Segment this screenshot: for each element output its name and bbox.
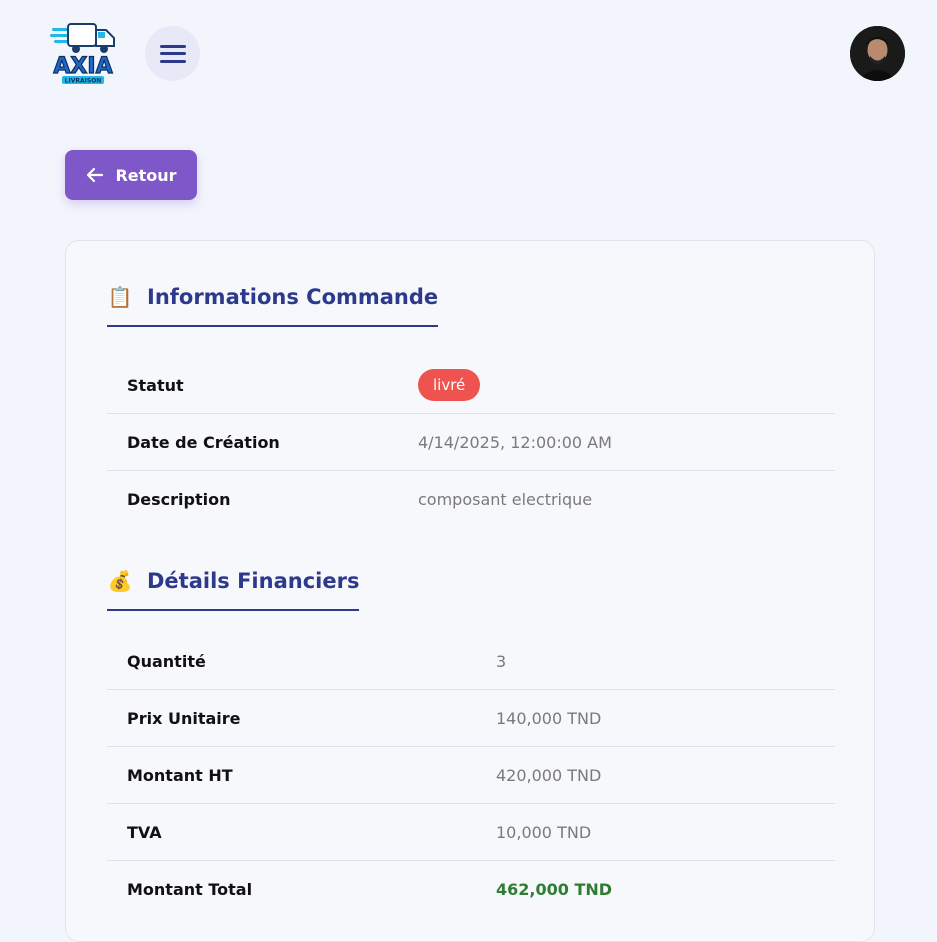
- back-button[interactable]: Retour: [65, 150, 197, 200]
- row-value: 420,000 TND: [496, 765, 602, 785]
- back-button-label: Retour: [115, 165, 177, 185]
- user-avatar[interactable]: [850, 26, 905, 81]
- menu-toggle-button[interactable]: [145, 26, 200, 81]
- top-bar: AXIA LIVRAISON: [0, 0, 937, 110]
- row-label: Date de Création: [127, 432, 280, 452]
- row-value: 140,000 TND: [496, 708, 602, 728]
- hamburger-icon: [159, 44, 186, 63]
- info-row-created: Date de Création 4/14/2025, 12:00:00 AM: [107, 414, 835, 471]
- info-section-title: Informations Commande: [147, 285, 439, 309]
- finance-row-quantity: Quantité 3: [107, 633, 835, 690]
- row-label: Prix Unitaire: [127, 708, 241, 728]
- axia-logo[interactable]: AXIA LIVRAISON: [48, 18, 118, 88]
- row-label: Quantité: [127, 651, 206, 671]
- arrow-left-icon: [87, 167, 104, 183]
- clipboard-icon: 📋: [107, 285, 133, 309]
- total-amount-value: 462,000 TND: [496, 879, 613, 899]
- row-value: 4/14/2025, 12:00:00 AM: [418, 432, 612, 452]
- logo-subtext: LIVRAISON: [65, 78, 102, 85]
- avatar-icon: [850, 26, 905, 81]
- money-bag-icon: 💰: [107, 569, 133, 593]
- row-label: TVA: [127, 822, 162, 842]
- finance-row-tva: TVA 10,000 TND: [107, 804, 835, 861]
- row-label: Description: [127, 489, 231, 509]
- row-value: 3: [496, 651, 507, 671]
- finance-section-title: Détails Financiers: [147, 569, 360, 593]
- order-details-card: 📋 Informations Commande Statut livré Dat…: [65, 240, 875, 942]
- row-label: Statut: [127, 375, 184, 395]
- info-row-description: Description composant electrique: [107, 471, 835, 527]
- row-value: composant electrique: [418, 489, 593, 509]
- finance-row-total: Montant Total 462,000 TND: [107, 861, 835, 917]
- logo-text: AXIA: [53, 54, 112, 79]
- row-label: Montant HT: [127, 765, 233, 785]
- info-table: Statut livré Date de Création 4/14/2025,…: [107, 357, 835, 527]
- finance-section-header: 💰 Détails Financiers: [107, 569, 360, 611]
- info-row-status: Statut livré: [107, 357, 835, 414]
- finance-row-unit-price: Prix Unitaire 140,000 TND: [107, 690, 835, 747]
- info-section-header: 📋 Informations Commande: [107, 285, 439, 327]
- row-label: Montant Total: [127, 879, 253, 899]
- status-badge: livré: [418, 369, 481, 401]
- finance-row-amount-ht: Montant HT 420,000 TND: [107, 747, 835, 804]
- row-value: 10,000 TND: [496, 822, 592, 842]
- finance-table: Quantité 3 Prix Unitaire 140,000 TND Mon…: [107, 633, 835, 917]
